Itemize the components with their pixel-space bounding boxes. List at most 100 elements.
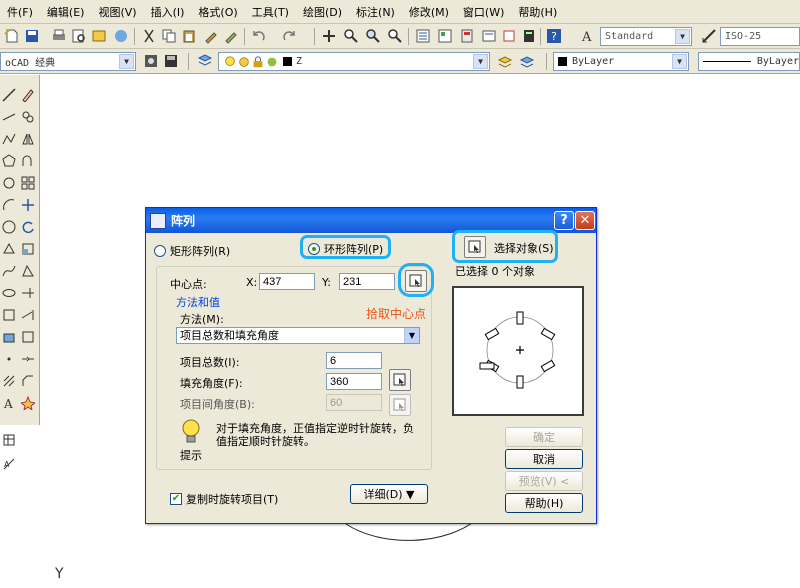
fill-angle-input[interactable] [326, 373, 382, 390]
zoom-realtime-icon[interactable] [342, 27, 360, 45]
text-style-select[interactable]: Standard ▼ [600, 27, 692, 46]
rectangle-icon[interactable] [1, 175, 17, 191]
center-y-input[interactable] [339, 273, 395, 290]
layer-previous-icon[interactable] [518, 52, 536, 70]
zoom-previous-icon[interactable] [386, 27, 404, 45]
dim-style-select[interactable]: ISO-25 [720, 27, 800, 46]
point-icon[interactable] [1, 351, 17, 367]
color-select[interactable]: ByLayer ▼ [553, 52, 689, 71]
line-icon[interactable] [1, 87, 17, 103]
hatch-icon[interactable] [1, 373, 17, 389]
dimension-icon[interactable]: A [1, 456, 17, 472]
new-icon[interactable] [3, 27, 21, 45]
rotate-items-checkbox[interactable]: ✔ 复制时旋转项目(T) [170, 491, 278, 507]
chevron-down-icon[interactable]: ▼ [672, 54, 687, 69]
polygon-icon[interactable] [1, 153, 17, 169]
3d-dwf-icon[interactable] [112, 27, 130, 45]
center-x-input[interactable] [259, 273, 315, 290]
plot-preview-icon[interactable] [70, 27, 88, 45]
chevron-down-icon[interactable]: ▼ [473, 54, 488, 69]
join-icon[interactable] [20, 351, 36, 367]
construction-line-icon[interactable] [1, 109, 17, 125]
chevron-down-icon[interactable]: ▼ [675, 29, 690, 44]
copy-object-icon[interactable] [20, 109, 36, 125]
insert-block-icon[interactable] [1, 307, 17, 323]
select-objects-button[interactable] [464, 236, 486, 258]
details-button[interactable]: 详细(D) ▼ [350, 484, 428, 504]
menu-view[interactable]: 视图(V) [91, 4, 143, 20]
cancel-button[interactable]: 取消 [505, 449, 583, 469]
move-icon[interactable] [20, 197, 36, 213]
preview-button[interactable]: 预览(V) < [505, 471, 583, 491]
markup-icon[interactable] [500, 27, 518, 45]
menu-window[interactable]: 窗口(W) [456, 4, 511, 20]
layer-manager-icon[interactable] [196, 52, 214, 70]
total-items-input[interactable] [326, 352, 382, 369]
arc-icon[interactable] [1, 197, 17, 213]
ellipse-icon[interactable] [1, 285, 17, 301]
spline-icon[interactable] [1, 263, 17, 279]
titlebar-help-button[interactable]: ? [554, 211, 574, 230]
pick-fill-angle-button[interactable] [389, 369, 411, 391]
circle-icon[interactable] [1, 219, 17, 235]
menu-modify[interactable]: 修改(M) [402, 4, 456, 20]
menu-tools[interactable]: 工具(T) [245, 4, 296, 20]
revision-cloud-icon[interactable] [1, 241, 17, 257]
erase-icon[interactable] [20, 87, 36, 103]
design-center-icon[interactable] [436, 27, 454, 45]
rectangular-array-radio[interactable]: 矩形阵列(R) [154, 243, 230, 259]
menu-edit[interactable]: 编辑(E) [40, 4, 92, 20]
linetype-select[interactable]: ByLayer [698, 52, 800, 71]
array-icon[interactable] [20, 175, 36, 191]
zoom-window-icon[interactable] [364, 27, 382, 45]
trim-icon[interactable] [20, 285, 36, 301]
break-icon[interactable] [20, 329, 36, 345]
menu-insert[interactable]: 插入(I) [144, 4, 192, 20]
print-icon[interactable] [50, 27, 68, 45]
method-select[interactable]: 项目总数和填充角度 ▼ [176, 327, 420, 344]
paste-icon[interactable] [180, 27, 198, 45]
chevron-down-icon[interactable]: ▼ [119, 54, 134, 69]
block-editor-icon[interactable] [222, 27, 240, 45]
workspace-select[interactable]: oCAD 经典 ▼ [0, 52, 136, 71]
cut-icon[interactable] [140, 27, 158, 45]
stretch-icon[interactable] [20, 263, 36, 279]
save-icon[interactable] [23, 27, 41, 45]
publish-icon[interactable] [90, 27, 108, 45]
chamfer-icon[interactable] [20, 373, 36, 389]
pan-icon[interactable] [320, 27, 338, 45]
mirror-icon[interactable] [20, 131, 36, 147]
make-current-layer-icon[interactable] [496, 52, 514, 70]
menu-format[interactable]: 格式(O) [191, 4, 244, 20]
sheet-set-icon[interactable] [480, 27, 498, 45]
copy-icon[interactable] [160, 27, 178, 45]
calculator-icon[interactable] [520, 27, 538, 45]
mtext-icon[interactable]: A [1, 395, 17, 411]
menu-help[interactable]: 帮助(H) [511, 4, 564, 20]
menu-file[interactable]: 件(F) [0, 4, 40, 20]
workspace-settings-icon[interactable] [142, 52, 160, 70]
help-button[interactable]: 帮助(H) [505, 493, 583, 513]
scale-icon[interactable] [20, 241, 36, 257]
layer-select[interactable]: Z ▼ [218, 52, 490, 71]
offset-icon[interactable] [20, 153, 36, 169]
rotate-icon[interactable] [20, 219, 36, 235]
menu-draw[interactable]: 绘图(D) [296, 4, 349, 20]
polar-array-radio[interactable]: 环形阵列(P) [308, 241, 383, 257]
pick-center-point-button[interactable] [405, 270, 427, 292]
undo-icon[interactable] [250, 27, 268, 45]
chevron-down-icon[interactable]: ▼ [404, 328, 419, 343]
match-properties-icon[interactable] [202, 27, 220, 45]
redo-icon[interactable] [280, 27, 298, 45]
properties-icon[interactable] [414, 27, 432, 45]
make-block-icon[interactable] [1, 329, 17, 345]
polyline-icon[interactable] [1, 131, 17, 147]
workspace-save-icon[interactable] [162, 52, 180, 70]
help-icon[interactable]: ? [545, 27, 563, 45]
explode-icon[interactable] [20, 395, 36, 411]
menu-dimension[interactable]: 标注(N) [349, 4, 402, 20]
extend-icon[interactable] [20, 307, 36, 323]
tool-palettes-icon[interactable] [458, 27, 476, 45]
ok-button[interactable]: 确定 [505, 427, 583, 447]
table-icon[interactable] [1, 432, 17, 448]
